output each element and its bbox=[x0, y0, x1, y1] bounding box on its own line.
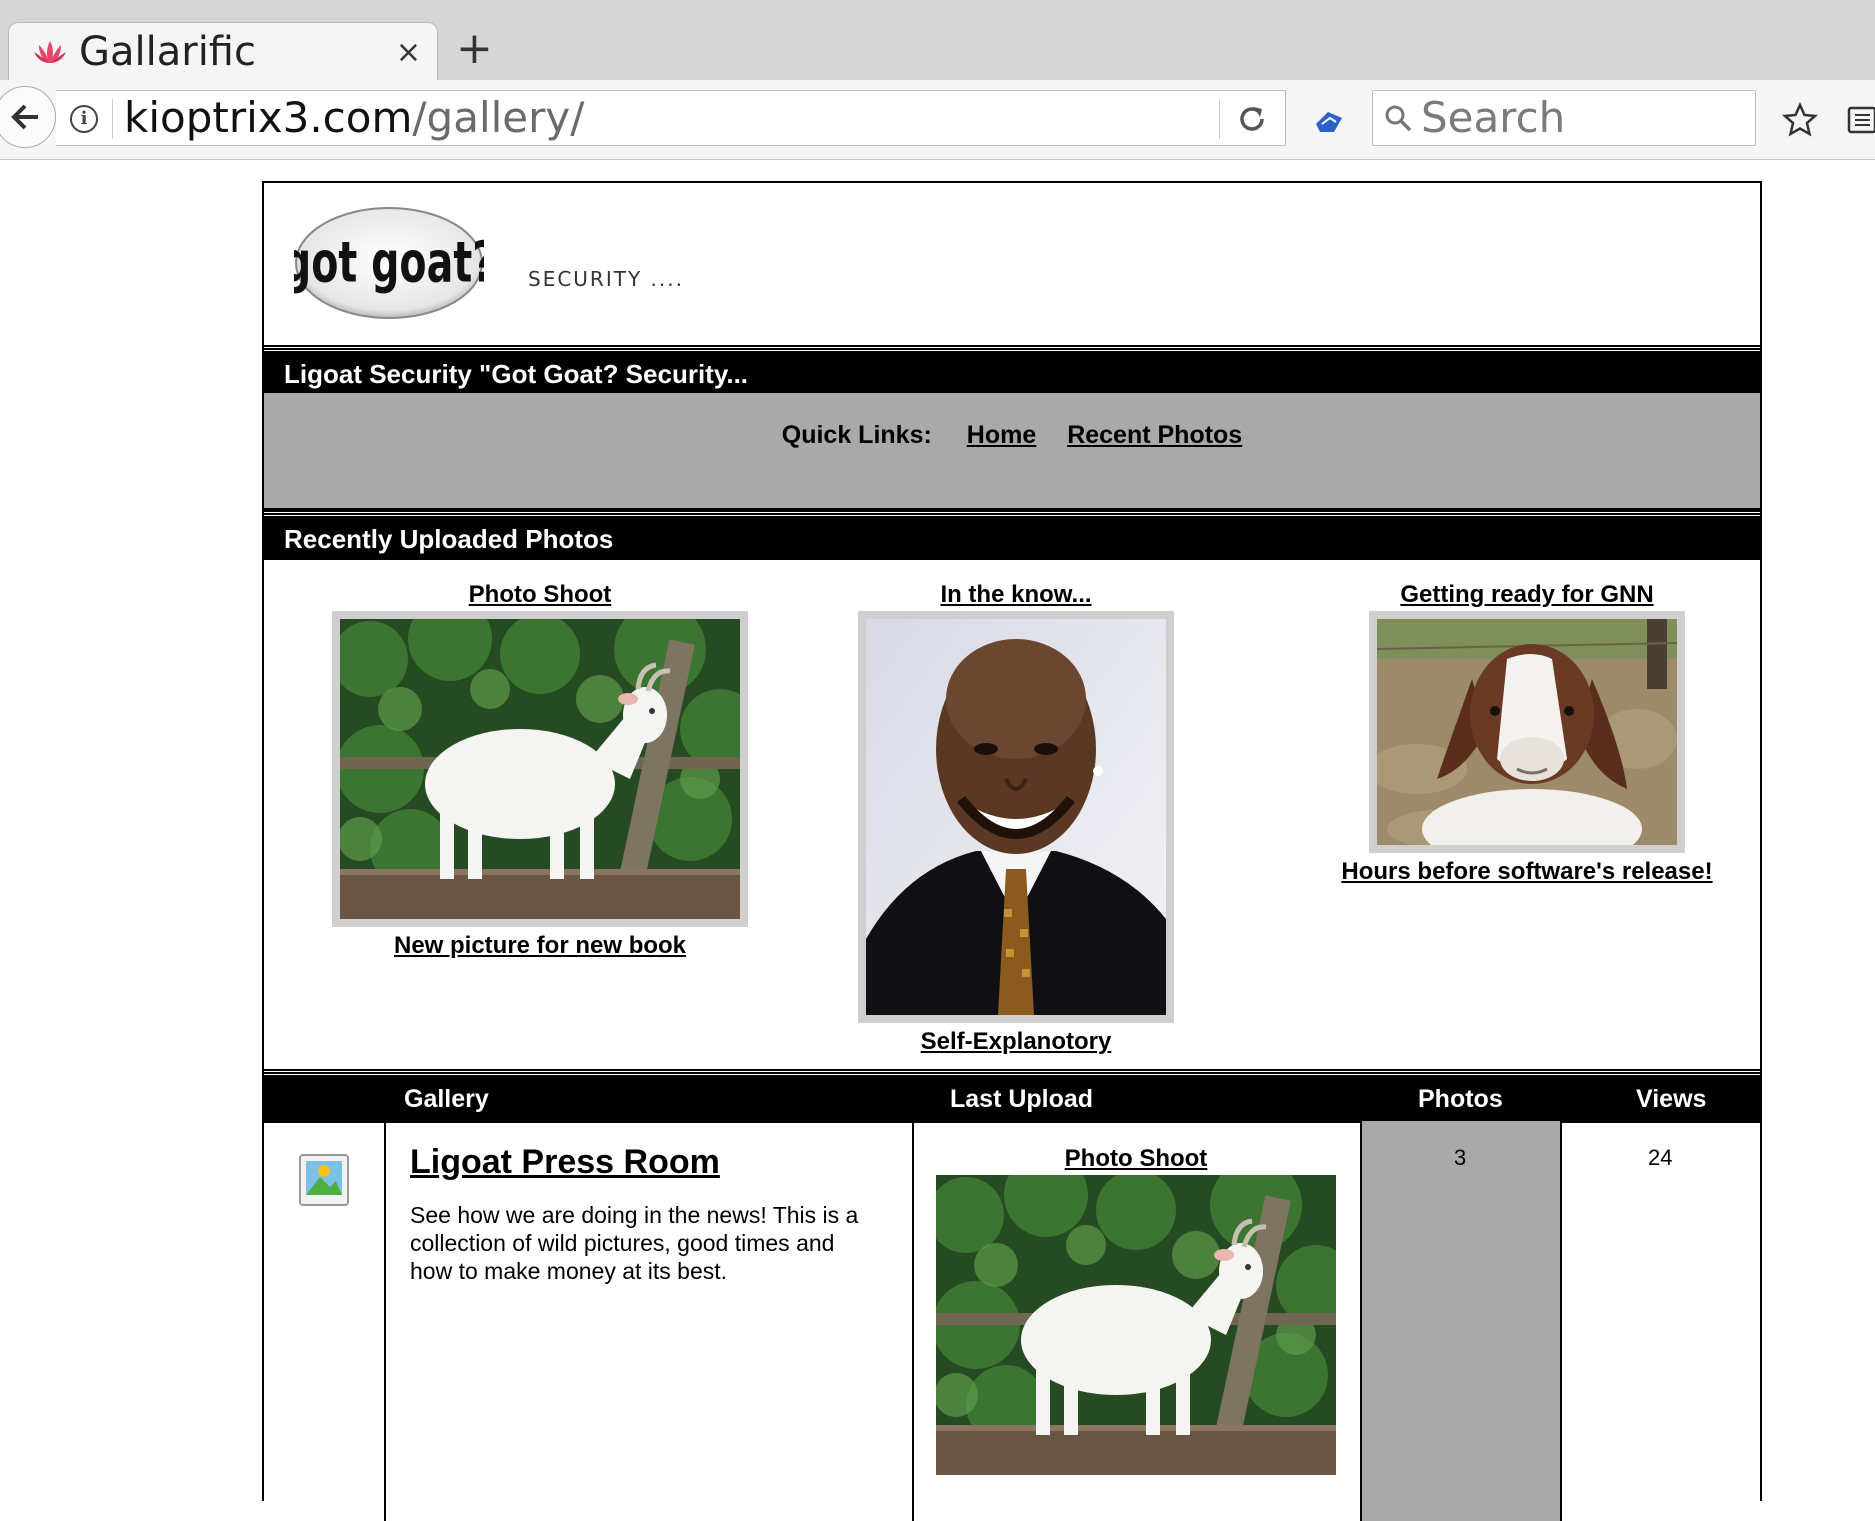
man-portrait-photo bbox=[866, 619, 1166, 1015]
column-gallery: Gallery bbox=[404, 1085, 489, 1113]
photo-title-link[interactable]: Photo Shoot bbox=[332, 581, 748, 609]
photos-count: 3 bbox=[1454, 1145, 1467, 1170]
photos-count-cell bbox=[1362, 1121, 1560, 1521]
quick-links-row: Quick Links: Home Recent Photos bbox=[264, 421, 1760, 450]
back-button[interactable] bbox=[0, 86, 56, 148]
column-divider bbox=[912, 1121, 914, 1521]
gallery-image-icon[interactable] bbox=[296, 1151, 352, 1209]
url-text[interactable]: kioptrix3.com/gallery/ bbox=[124, 93, 584, 143]
photo-caption-link[interactable]: Hours before software's release! bbox=[1302, 858, 1752, 886]
lotus-favicon-icon bbox=[34, 41, 66, 63]
views-count: 24 bbox=[1648, 1145, 1673, 1170]
new-tab-button[interactable]: + bbox=[456, 26, 493, 72]
white-goat-photo bbox=[928, 1153, 1356, 1475]
last-upload-thumbnail[interactable] bbox=[928, 1153, 1356, 1480]
extension-icon[interactable] bbox=[1312, 106, 1346, 136]
recent-photos-header: Recently Uploaded Photos bbox=[262, 510, 1762, 560]
quick-links-bar: Quick Links: Home Recent Photos bbox=[264, 393, 1760, 510]
quick-link-recent-photos[interactable]: Recent Photos bbox=[1067, 421, 1242, 449]
column-views: Views bbox=[1636, 1085, 1707, 1113]
recent-photo-1: Photo Shoot New picture for new book bbox=[332, 581, 748, 960]
recent-photo-3: Getting ready for GNN Hours before softw… bbox=[1302, 581, 1752, 886]
column-photos: Photos bbox=[1418, 1085, 1503, 1113]
photo-title-link[interactable]: Getting ready for GNN bbox=[1302, 581, 1752, 609]
last-upload-title-link[interactable]: Photo Shoot bbox=[934, 1145, 1338, 1173]
recent-photos-heading: Recently Uploaded Photos bbox=[284, 524, 614, 554]
gallery-description: See how we are doing in the news! This i… bbox=[410, 1202, 859, 1284]
url-separator bbox=[112, 99, 113, 139]
recent-photo-2: In the know... Self-Explanotory bbox=[858, 581, 1174, 1056]
column-divider bbox=[1560, 1121, 1562, 1521]
gallery-name-link[interactable]: Ligoat Press Room bbox=[410, 1143, 720, 1182]
address-bar[interactable]: i kioptrix3.com/gallery/ bbox=[56, 90, 1286, 146]
photo-caption-link[interactable]: New picture for new book bbox=[332, 932, 748, 960]
search-placeholder: Search bbox=[1421, 93, 1566, 142]
search-box[interactable]: Search bbox=[1372, 90, 1756, 146]
gallery-page: got goat? SECURITY .... Ligoat Security … bbox=[262, 181, 1762, 1521]
quick-link-home[interactable]: Home bbox=[967, 421, 1036, 449]
site-info-icon[interactable]: i bbox=[70, 105, 98, 133]
brown-goat-photo bbox=[1377, 619, 1677, 845]
close-tab-icon[interactable]: × bbox=[396, 33, 421, 73]
url-host: kioptrix3.com bbox=[124, 93, 413, 142]
url-separator-right bbox=[1219, 99, 1220, 139]
site-title: Ligoat Security "Got Goat? Security... bbox=[284, 359, 749, 389]
photo-thumbnail-frame[interactable] bbox=[858, 611, 1174, 1023]
quick-links-label: Quick Links: bbox=[781, 421, 932, 449]
column-divider bbox=[1360, 1121, 1362, 1521]
last-upload-cell: Photo Shoot bbox=[928, 1145, 1356, 1480]
url-path: /gallery/ bbox=[412, 93, 585, 142]
tab-title: Gallarific bbox=[79, 29, 256, 75]
photo-thumbnail-frame[interactable] bbox=[332, 611, 748, 927]
photo-title-link[interactable]: In the know... bbox=[858, 581, 1174, 609]
svg-text:got goat?: got goat? bbox=[294, 229, 484, 295]
photo-thumbnail-frame[interactable] bbox=[1369, 611, 1685, 853]
search-icon bbox=[1385, 105, 1412, 132]
back-arrow-icon bbox=[11, 104, 38, 130]
gallery-table-header: Gallery Last Upload Photos Views bbox=[262, 1069, 1762, 1123]
tab-gallarific[interactable]: Gallarific × bbox=[8, 22, 438, 82]
star-bookmark-icon[interactable] bbox=[1782, 102, 1818, 138]
library-icon[interactable] bbox=[1846, 104, 1875, 136]
site-title-bar: Ligoat Security "Got Goat? Security... bbox=[262, 345, 1762, 395]
reload-icon[interactable] bbox=[1234, 101, 1270, 137]
photo-caption-link[interactable]: Self-Explanotory bbox=[858, 1028, 1174, 1056]
tab-bar: Gallarific × + bbox=[0, 0, 1875, 82]
column-divider bbox=[384, 1121, 386, 1521]
navigation-toolbar: i kioptrix3.com/gallery/ Search bbox=[0, 80, 1875, 160]
tagline: SECURITY .... bbox=[528, 267, 684, 291]
column-last-upload: Last Upload bbox=[950, 1085, 1094, 1113]
got-goat-logo: got goat? bbox=[294, 207, 484, 319]
white-goat-photo bbox=[340, 619, 740, 919]
